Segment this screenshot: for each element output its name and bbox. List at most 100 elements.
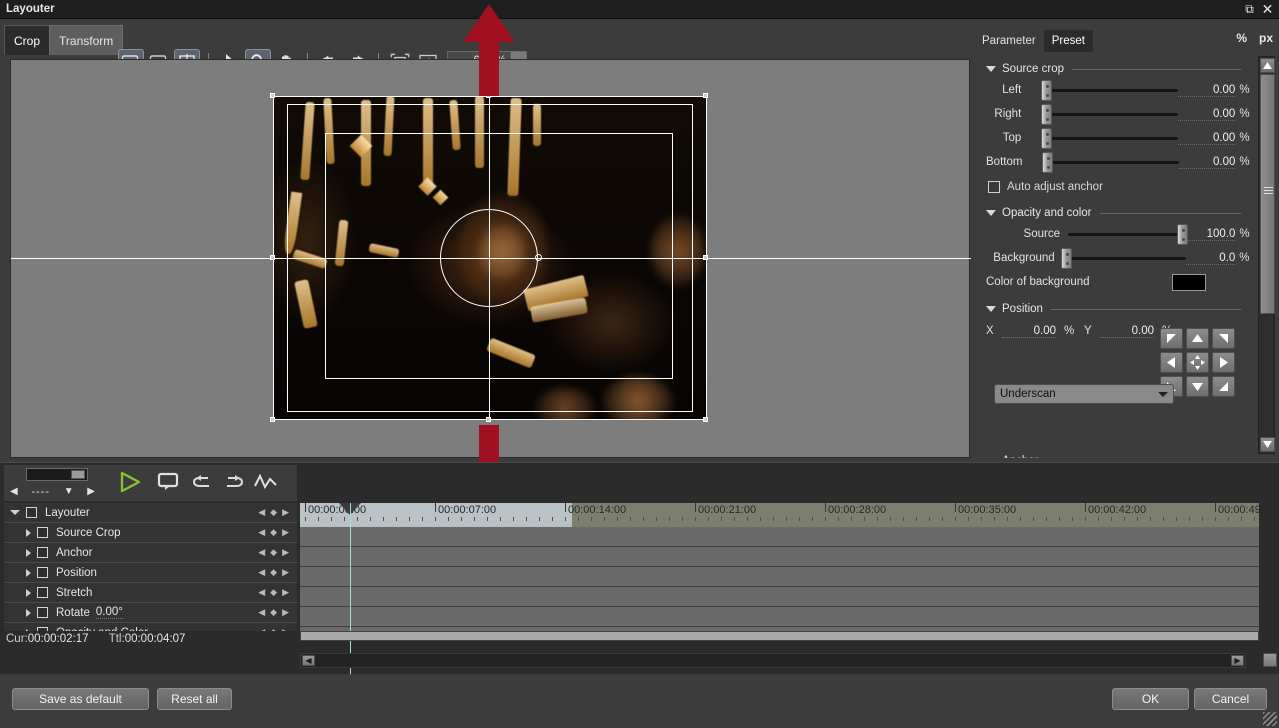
undo-icon[interactable] bbox=[187, 468, 217, 496]
add-keyframe-icon[interactable]: ◆ bbox=[270, 627, 277, 631]
keyframe-controls[interactable]: ◀ ◆ ▶ bbox=[258, 507, 289, 518]
collapse-triangle-icon[interactable] bbox=[986, 306, 996, 312]
track-row-source-crop[interactable]: Source Crop ◀ ◆ ▶ bbox=[4, 523, 297, 543]
track-checkbox[interactable] bbox=[37, 567, 48, 578]
scroll-down-icon[interactable] bbox=[1260, 437, 1275, 452]
track-row-position[interactable]: Position ◀ ◆ ▶ bbox=[4, 563, 297, 583]
resize-handle[interactable] bbox=[703, 417, 708, 422]
add-keyframe-icon[interactable]: ◆ bbox=[270, 567, 277, 578]
next-keyframe-icon[interactable]: ▶ bbox=[282, 547, 289, 558]
collapse-triangle-icon[interactable] bbox=[986, 210, 996, 216]
tab-crop[interactable]: Crop bbox=[4, 25, 51, 55]
align-bottom-right-icon[interactable] bbox=[1212, 376, 1235, 397]
parameter-panel-scrollbar[interactable] bbox=[1258, 56, 1275, 454]
timeline-track-lanes[interactable] bbox=[300, 527, 1259, 631]
scroll-right-icon[interactable]: ▶ bbox=[1231, 655, 1244, 666]
slider-thumb[interactable] bbox=[1041, 80, 1053, 101]
track-row-opacity-and-color[interactable]: Opacity and Color ◀ ◆ ▶ bbox=[4, 623, 297, 631]
expand-triangle-icon[interactable] bbox=[26, 568, 31, 577]
slider-opacity-background[interactable] bbox=[1060, 248, 1187, 269]
timeline-zoom-thumb[interactable] bbox=[71, 470, 85, 479]
slider-crop-bottom[interactable] bbox=[1042, 152, 1179, 173]
keyframe-controls[interactable]: ◀ ◆ ▶ bbox=[258, 527, 289, 538]
keyframe-controls[interactable]: ◀ ◆ ▶ bbox=[258, 547, 289, 558]
value-position-y[interactable]: 0.00 bbox=[1100, 325, 1154, 338]
tab-preset[interactable]: Preset bbox=[1043, 30, 1093, 52]
track-checkbox[interactable] bbox=[37, 587, 48, 598]
slider-crop-left[interactable] bbox=[1041, 80, 1179, 101]
prev-keyframe-icon[interactable]: ◀ bbox=[258, 607, 265, 618]
track-lane[interactable] bbox=[300, 587, 1259, 607]
expand-triangle-icon[interactable] bbox=[26, 588, 31, 597]
track-checkbox[interactable] bbox=[37, 607, 48, 618]
add-keyframe-icon[interactable]: ◆ bbox=[270, 507, 277, 518]
timeline-zoom-slider[interactable] bbox=[26, 468, 88, 481]
align-center-icon[interactable] bbox=[1186, 352, 1209, 373]
save-as-default-button[interactable]: Save as default bbox=[12, 688, 149, 710]
restore-icon[interactable]: ⧉ bbox=[1242, 2, 1257, 17]
next-keyframe-icon[interactable]: ▶ bbox=[282, 527, 289, 538]
expand-triangle-icon[interactable] bbox=[26, 528, 31, 537]
cancel-button[interactable]: Cancel bbox=[1194, 688, 1267, 710]
add-keyframe-icon[interactable]: ◆ bbox=[270, 607, 277, 618]
value-crop-top[interactable]: 0.00 bbox=[1178, 132, 1236, 145]
curve-editor-icon[interactable] bbox=[251, 468, 281, 496]
value-crop-bottom[interactable]: 0.00 bbox=[1178, 156, 1236, 169]
position-mode-select[interactable]: Underscan bbox=[994, 384, 1174, 404]
anchor-circle[interactable] bbox=[440, 209, 538, 307]
keyframe-controls[interactable]: ◀ ◆ ▶ bbox=[258, 607, 289, 618]
keyframe-controls[interactable]: ◀ ◆ ▶ bbox=[258, 627, 289, 631]
resize-handle[interactable] bbox=[270, 417, 275, 422]
value-crop-left[interactable]: 0.00 bbox=[1178, 84, 1236, 97]
checkbox-auto-adjust-anchor[interactable] bbox=[988, 181, 1000, 193]
value-crop-right[interactable]: 0.00 bbox=[1178, 108, 1236, 121]
ok-button[interactable]: OK bbox=[1112, 688, 1189, 710]
align-left-icon[interactable] bbox=[1160, 352, 1183, 373]
resize-handle[interactable] bbox=[486, 417, 491, 422]
slider-opacity-source[interactable] bbox=[1067, 224, 1188, 245]
track-row-rotate[interactable]: Rotate 0.00° ◀ ◆ ▶ bbox=[4, 603, 297, 623]
section-header-anchor[interactable]: Anchor bbox=[986, 452, 1255, 458]
add-keyframe-icon[interactable]: ◆ bbox=[270, 547, 277, 558]
track-checkbox[interactable] bbox=[37, 627, 48, 631]
align-top-right-icon[interactable] bbox=[1212, 328, 1235, 349]
track-lane[interactable] bbox=[300, 547, 1259, 567]
monitor-icon[interactable] bbox=[153, 468, 183, 496]
align-right-icon[interactable] bbox=[1212, 352, 1235, 373]
timeline-ruler[interactable]: 00:00:00:00 00:00:07:00 00:00:14:00 00:0… bbox=[300, 503, 1264, 527]
slider-thumb[interactable] bbox=[1042, 152, 1053, 173]
expand-triangle-icon[interactable] bbox=[26, 628, 31, 631]
next-keyframe-icon[interactable]: ▶ bbox=[282, 607, 289, 618]
unit-pixel-toggle[interactable]: px bbox=[1259, 31, 1273, 45]
next-keyframe-icon[interactable]: ▶ bbox=[282, 567, 289, 578]
section-header-source-crop[interactable]: Source crop bbox=[986, 60, 1255, 78]
align-top-icon[interactable] bbox=[1186, 328, 1209, 349]
color-swatch-background[interactable] bbox=[1172, 273, 1206, 291]
track-lane[interactable] bbox=[300, 527, 1259, 547]
chevron-down-icon[interactable] bbox=[1158, 391, 1168, 397]
track-value-rotate[interactable]: 0.00° bbox=[95, 606, 123, 619]
anchor-point[interactable] bbox=[535, 254, 542, 261]
redo-icon[interactable] bbox=[219, 468, 249, 496]
timeline-horizontal-scrollbar[interactable]: ◀ ▶ bbox=[300, 653, 1246, 668]
expand-triangle-icon[interactable] bbox=[26, 548, 31, 557]
keyframe-controls[interactable]: ◀ ◆ ▶ bbox=[258, 587, 289, 598]
value-opacity-background[interactable]: 0.0 bbox=[1186, 252, 1236, 265]
next-keyframe-icon[interactable]: ▶ bbox=[282, 507, 289, 518]
corner-resize-icon[interactable] bbox=[1263, 653, 1277, 667]
resize-handle[interactable] bbox=[270, 255, 275, 260]
scroll-left-icon[interactable]: ◀ bbox=[302, 655, 315, 666]
preview-canvas[interactable] bbox=[10, 59, 971, 458]
prev-keyframe-icon[interactable]: ◀ bbox=[258, 547, 265, 558]
next-keyframe-icon[interactable]: ▶ bbox=[282, 587, 289, 598]
slider-thumb[interactable] bbox=[1041, 104, 1053, 125]
add-keyframe-icon[interactable]: ◆ bbox=[270, 587, 277, 598]
slider-thumb[interactable] bbox=[1041, 128, 1053, 149]
prev-keyframe-icon[interactable]: ◀ bbox=[258, 587, 265, 598]
prev-keyframe-icon[interactable]: ◀ bbox=[258, 627, 265, 631]
resize-handle[interactable] bbox=[703, 93, 708, 98]
align-bottom-icon[interactable] bbox=[1186, 376, 1209, 397]
prev-keyframe-icon[interactable]: ◀ bbox=[258, 527, 265, 538]
keyframe-controls[interactable]: ◀ ◆ ▶ bbox=[258, 567, 289, 578]
resize-handle[interactable] bbox=[703, 255, 708, 260]
